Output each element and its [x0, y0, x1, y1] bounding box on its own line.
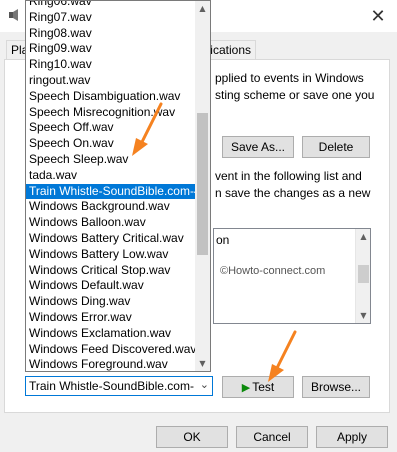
tab-communications[interactable]: nications — [206, 40, 256, 60]
scroll-down-icon[interactable]: ▼ — [195, 356, 210, 371]
scroll-down-icon[interactable]: ▼ — [356, 308, 371, 323]
ok-button[interactable]: OK — [156, 426, 228, 448]
sound-option[interactable]: Windows Default.wav — [26, 278, 196, 294]
sounds-combobox-value: Train Whistle-SoundBible.com-4 — [29, 379, 194, 393]
chevron-down-icon[interactable]: ⌄ — [200, 378, 209, 391]
sound-option[interactable]: Ring06.wav — [26, 1, 196, 10]
scroll-thumb[interactable] — [197, 113, 208, 255]
speaker-icon — [9, 9, 18, 21]
events-list-item[interactable]: on — [216, 233, 229, 247]
sound-option[interactable]: Ring10.wav — [26, 57, 196, 73]
scheme-description: pplied to events in Windows sting scheme… — [215, 70, 385, 104]
sounds-combobox[interactable]: Train Whistle-SoundBible.com-4 ⌄ — [25, 376, 213, 396]
close-button[interactable]: ✕ — [366, 4, 390, 28]
tab-communications-label: nications — [206, 43, 251, 57]
sound-option[interactable]: Speech Sleep.wav — [26, 152, 196, 168]
sound-option[interactable]: Ring07.wav — [26, 10, 196, 26]
sound-option[interactable]: Windows Feed Discovered.wav — [26, 342, 196, 358]
cancel-button[interactable]: Cancel — [236, 426, 308, 448]
browse-button[interactable]: Browse... — [302, 376, 370, 398]
sound-option[interactable]: Windows Balloon.wav — [26, 215, 196, 231]
sound-dialog: ✕ Pla nications pplied to events in Wind… — [0, 0, 397, 452]
apply-button[interactable]: Apply — [316, 426, 388, 448]
sound-option[interactable]: Windows Critical Stop.wav — [26, 263, 196, 279]
scroll-up-icon[interactable]: ▲ — [356, 229, 371, 244]
scroll-thumb[interactable] — [358, 265, 369, 283]
play-icon: ▶ — [241, 380, 251, 394]
sound-option[interactable]: Windows Ding.wav — [26, 294, 196, 310]
events-description-text: vent in the following list and n save th… — [215, 169, 371, 200]
sound-option[interactable]: Speech Off.wav — [26, 120, 196, 136]
dropdown-scrollbar[interactable]: ▲ ▼ — [195, 1, 210, 371]
sound-option[interactable]: Windows Error.wav — [26, 310, 196, 326]
sound-option[interactable]: Windows Battery Low.wav — [26, 247, 196, 263]
watermark: ©Howto-connect.com — [220, 265, 326, 277]
scheme-description-text: pplied to events in Windows sting scheme… — [215, 71, 375, 102]
delete-button[interactable]: Delete — [302, 136, 370, 158]
sound-option[interactable]: Speech On.wav — [26, 136, 196, 152]
sound-option[interactable]: Windows Foreground.wav — [26, 357, 196, 371]
sound-option[interactable]: Windows Exclamation.wav — [26, 326, 196, 342]
sound-option[interactable]: Windows Battery Critical.wav — [26, 231, 196, 247]
sounds-dropdown-list[interactable]: Ring06.wav Ring07.wav Ring08.wav Ring09.wav… — [25, 0, 211, 372]
annotation-arrow-icon — [132, 102, 163, 156]
sound-option[interactable]: ringout.wav — [26, 73, 196, 89]
sound-option[interactable]: Windows Background.wav — [26, 199, 196, 215]
sound-option[interactable]: Speech Misrecognition.wav — [26, 105, 196, 121]
sound-option[interactable]: Ring08.wav — [26, 26, 196, 42]
sound-option[interactable]: Train Whistle-SoundBible.com-4! — [26, 183, 196, 200]
events-scrollbar[interactable]: ▲ ▼ — [355, 229, 370, 323]
save-as-button[interactable]: Save As... — [222, 136, 294, 158]
events-description: vent in the following list and n save th… — [215, 168, 390, 202]
annotation-arrow-icon — [268, 330, 297, 382]
sound-option[interactable]: tada.wav — [26, 168, 196, 184]
scroll-up-icon[interactable]: ▲ — [195, 1, 210, 16]
sounds-dropdown-items: Ring06.wav Ring07.wav Ring08.wav Ring09.wav… — [26, 1, 196, 371]
sound-option[interactable]: Ring09.wav — [26, 41, 196, 57]
sound-option[interactable]: Speech Disambiguation.wav — [26, 89, 196, 105]
